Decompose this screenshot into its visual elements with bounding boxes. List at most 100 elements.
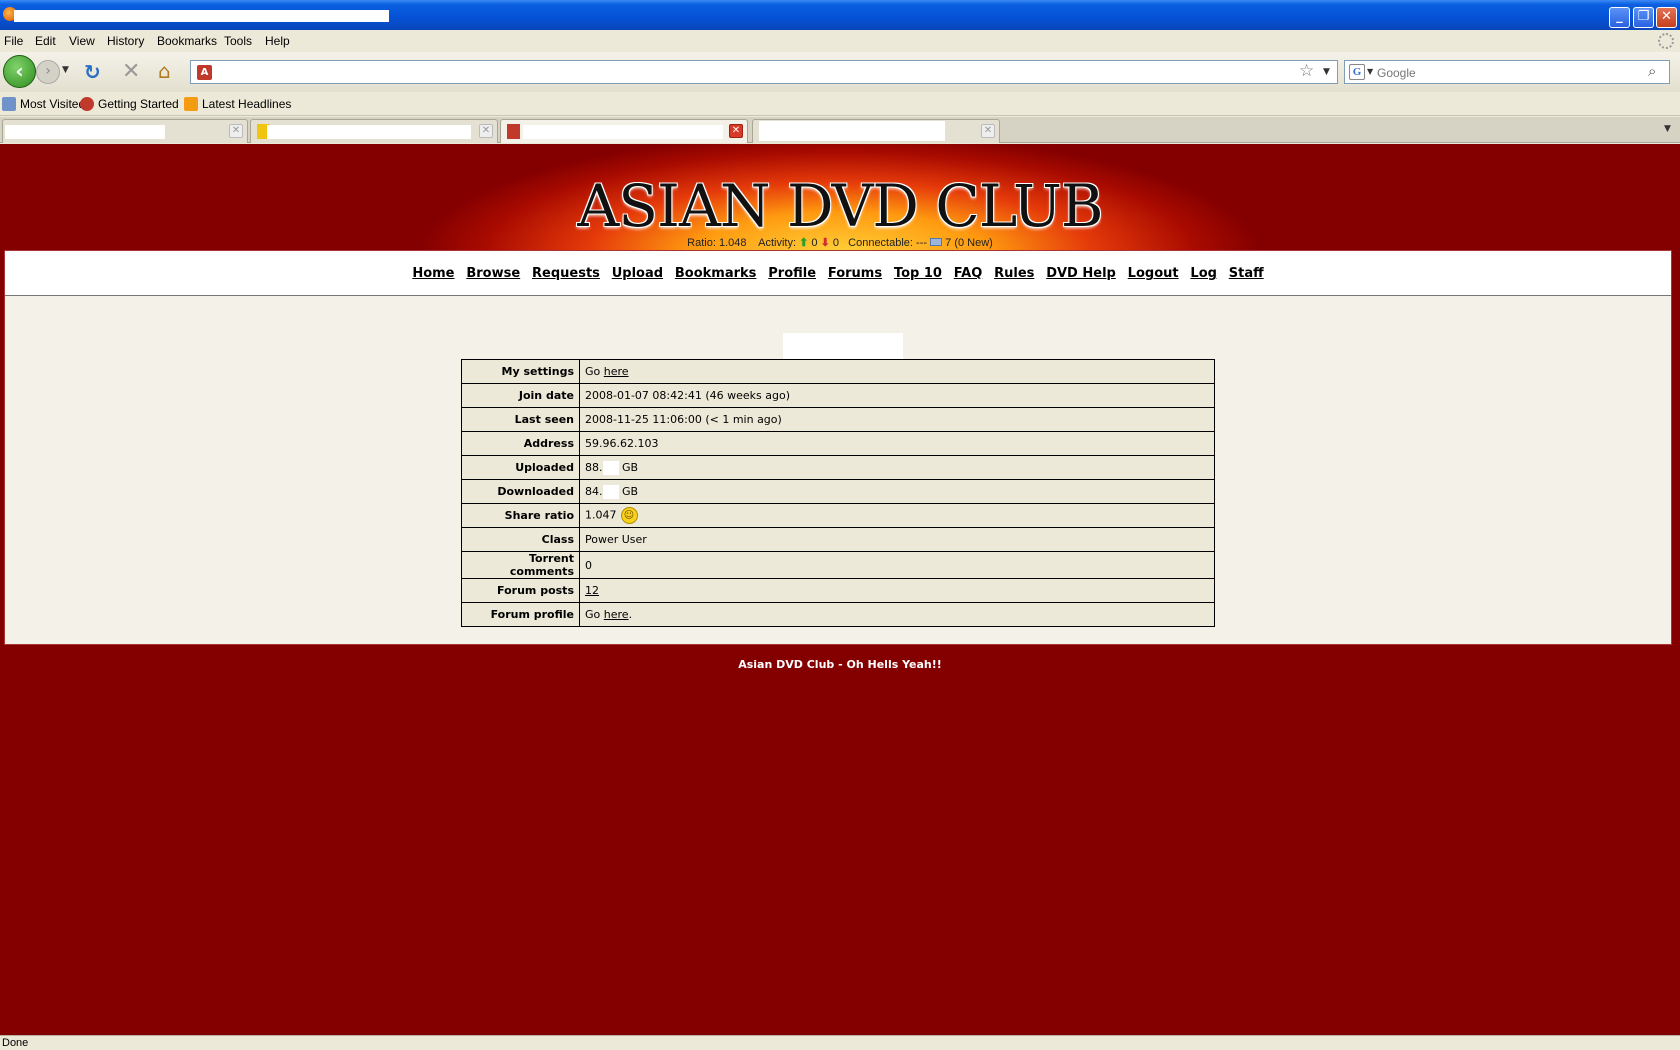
menu-history[interactable]: History	[107, 34, 144, 48]
back-button[interactable]: ‹	[3, 55, 36, 88]
page-content: ASIAN DVD CLUB Ratio: 1.048 Activity: ⬆ …	[0, 144, 1680, 1035]
forum-profile-label: Forum profile	[461, 602, 580, 627]
forum-profile-prefix: Go	[585, 608, 601, 621]
nav-top-10[interactable]: Top 10	[894, 251, 942, 296]
nav-browse[interactable]: Browse	[466, 251, 520, 296]
url-dropdown-icon[interactable]: ▼	[1323, 67, 1330, 77]
menu-tools[interactable]: Tools	[224, 34, 252, 48]
user-details-table: My settings Go here Join date 2008-01-07…	[461, 359, 1215, 627]
nav-forums[interactable]: Forums	[828, 251, 882, 296]
redacted-tab-title	[523, 125, 723, 139]
activity-label: Activity:	[758, 237, 797, 249]
reload-button[interactable]: ↻	[84, 60, 101, 84]
tab-close-icon[interactable]: ✕	[981, 124, 995, 138]
nav-log[interactable]: Log	[1190, 251, 1217, 296]
redacted-digits	[602, 460, 619, 475]
menu-help[interactable]: Help	[265, 34, 290, 48]
home-button[interactable]: ⌂	[158, 59, 171, 83]
forum-posts-value: 12	[579, 578, 1215, 603]
address-value: 59.96.62.103	[579, 431, 1215, 456]
nav-home[interactable]: Home	[412, 251, 454, 296]
tab-4[interactable]: ✕	[752, 119, 1000, 143]
share-ratio-number: 1.047	[585, 508, 617, 522]
join-date-value: 2008-01-07 08:42:41 (46 weeks ago)	[579, 383, 1215, 408]
search-input[interactable]	[1377, 64, 1637, 82]
status-text: Done	[2, 1037, 29, 1049]
site-logo[interactable]: ASIAN DVD CLUB	[0, 172, 1680, 240]
nav-faq[interactable]: FAQ	[954, 251, 983, 296]
join-date-label: Join date	[461, 383, 580, 408]
menu-view[interactable]: View	[69, 34, 95, 48]
stop-button[interactable]: ✕	[122, 59, 140, 84]
forward-button[interactable]: ›	[36, 60, 60, 84]
table-row: Torrent comments 0	[461, 551, 1215, 579]
search-engine-dropdown-icon[interactable]: ▼	[1367, 67, 1373, 76]
address-label: Address	[461, 431, 580, 456]
nav-logout[interactable]: Logout	[1128, 251, 1179, 296]
search-bar: G ▼ ⌕	[1344, 60, 1670, 84]
bookmark-label: Latest Headlines	[202, 97, 292, 111]
bookmark-star-icon[interactable]: ☆	[1299, 61, 1314, 81]
close-button[interactable]: ✕	[1656, 7, 1677, 28]
leeching-arrow-icon: ⬇	[820, 237, 830, 249]
tab-2[interactable]: ✕	[250, 119, 498, 143]
google-icon[interactable]: G	[1349, 64, 1365, 80]
url-bar: A ☆ ▼	[190, 60, 1338, 84]
forum-profile-value: Go here.	[579, 602, 1215, 627]
firefox-bookmark-icon	[80, 97, 94, 111]
forum-profile-link[interactable]: here	[604, 608, 629, 621]
redacted-tab-title	[267, 125, 471, 139]
table-row: My settings Go here	[461, 359, 1215, 384]
mail-icon[interactable]	[930, 238, 943, 246]
maximize-button[interactable]: ❐	[1633, 7, 1654, 28]
redacted-digits	[602, 484, 619, 499]
history-dropdown-icon[interactable]: ▼	[62, 65, 69, 75]
menu-edit[interactable]: Edit	[35, 34, 56, 48]
table-row: Join date 2008-01-07 08:42:41 (46 weeks …	[461, 383, 1215, 408]
site-footer: Asian DVD Club - Oh Hells Yeah!!	[738, 658, 942, 671]
forum-profile-suffix: .	[628, 608, 633, 621]
downloaded-value: 84. GB	[579, 479, 1215, 504]
tab-list-dropdown-icon[interactable]: ▼	[1664, 124, 1671, 134]
table-row: Uploaded 88. GB	[461, 455, 1215, 480]
tab-bar: ✕ ✕ ✕ ✕ ▼	[0, 117, 1680, 143]
nav-dvd-help[interactable]: DVD Help	[1046, 251, 1116, 296]
user-status-line: Ratio: 1.048 Activity: ⬆ 0 ⬇ 0 Connectab…	[0, 236, 1680, 249]
ratio-value: 1.048	[718, 237, 747, 249]
nav-staff[interactable]: Staff	[1229, 251, 1264, 296]
nav-upload[interactable]: Upload	[612, 251, 663, 296]
uploaded-unit: GB	[622, 460, 639, 474]
site-header-banner: ASIAN DVD CLUB Ratio: 1.048 Activity: ⬆ …	[0, 144, 1680, 250]
nav-requests[interactable]: Requests	[532, 251, 600, 296]
forum-posts-link[interactable]: 12	[585, 584, 599, 597]
forum-posts-label: Forum posts	[461, 578, 580, 603]
bookmark-most-visited[interactable]: Most Visited	[2, 97, 85, 111]
tab-1[interactable]: ✕	[2, 119, 248, 143]
settings-prefix: Go	[585, 365, 601, 378]
tab-close-icon[interactable]: ✕	[229, 124, 243, 138]
nav-profile[interactable]: Profile	[768, 251, 816, 296]
last-seen-label: Last seen	[461, 407, 580, 432]
throbber-icon	[1658, 33, 1674, 49]
minimize-button[interactable]: _	[1609, 7, 1630, 28]
redacted-tab-title	[5, 125, 165, 139]
bookmark-latest-headlines[interactable]: Latest Headlines	[184, 97, 291, 111]
bookmark-label: Getting Started	[98, 97, 179, 111]
url-input[interactable]	[217, 64, 1237, 82]
tab-3-active[interactable]: ✕	[500, 119, 748, 143]
menu-bookmarks[interactable]: Bookmarks	[157, 34, 217, 48]
nav-bookmarks[interactable]: Bookmarks	[675, 251, 757, 296]
search-magnifier-icon[interactable]: ⌕	[1648, 62, 1656, 80]
nav-rules[interactable]: Rules	[994, 251, 1034, 296]
table-row: Class Power User	[461, 527, 1215, 552]
bookmark-getting-started[interactable]: Getting Started	[80, 97, 179, 111]
status-bar: Done	[0, 1035, 1680, 1050]
smiley-icon: ☺	[620, 507, 638, 524]
tab-close-icon[interactable]: ✕	[729, 124, 743, 138]
settings-link[interactable]: here	[604, 365, 629, 378]
tab-close-icon[interactable]: ✕	[479, 124, 493, 138]
downloaded-amount: 84.	[585, 484, 603, 498]
menu-file[interactable]: File	[4, 34, 23, 48]
last-seen-value: 2008-11-25 11:06:00 (< 1 min ago)	[579, 407, 1215, 432]
message-count[interactable]: 7 (0 New)	[945, 237, 993, 249]
